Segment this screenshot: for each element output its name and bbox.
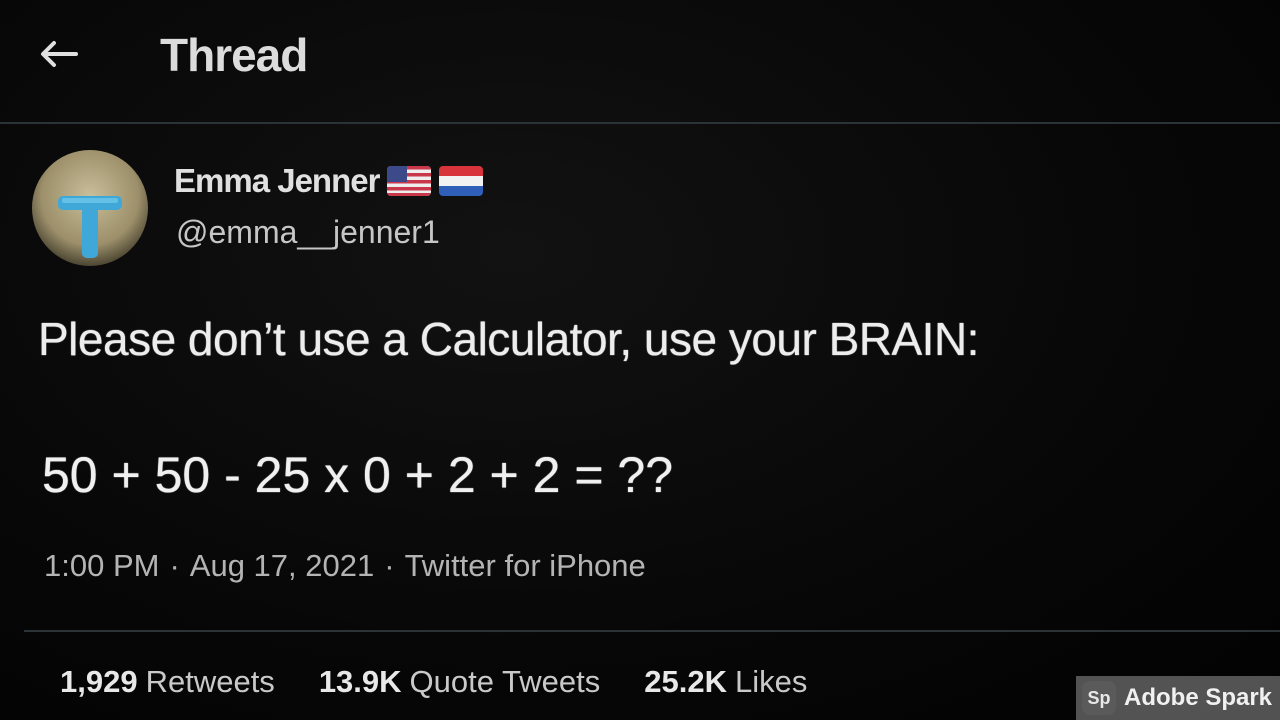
us-flag-icon: [387, 166, 432, 196]
page-title: Thread: [160, 29, 308, 81]
author-name-row: Emma Jenner: [174, 162, 484, 200]
tweet-equation: 50 + 50 - 25 x 0 + 2 + 2 = ??: [42, 447, 674, 503]
tweet-meta: 1:00 PM · Aug 17, 2021 · Twitter for iPh…: [44, 548, 646, 584]
tweet-stats: 1,929 Retweets 13.9K Quote Tweets 25.2K …: [60, 664, 807, 700]
retweets-count: 1,929: [60, 664, 138, 699]
likes-label: Likes: [735, 664, 808, 699]
avatar[interactable]: [32, 150, 148, 266]
retweets-label: Retweets: [145, 664, 275, 699]
netherlands-flag-icon: [439, 166, 484, 196]
likes-count: 25.2K: [644, 664, 727, 699]
header-divider: [0, 122, 1280, 124]
adobe-spark-logo-icon: Sp: [1082, 681, 1116, 715]
quote-tweets-stat[interactable]: 13.9K Quote Tweets: [319, 664, 600, 700]
meta-separator: ·: [384, 548, 395, 583]
tweet-date[interactable]: Aug 17, 2021: [190, 548, 374, 584]
author-display-name[interactable]: Emma Jenner: [174, 162, 380, 200]
back-button[interactable]: [36, 36, 80, 72]
quote-tweets-label: Quote Tweets: [409, 664, 601, 699]
watermark-text: Adobe Spark: [1124, 684, 1273, 711]
adobe-spark-watermark: Sp Adobe Spark: [1076, 676, 1280, 720]
thread-header: Thread: [0, 0, 1280, 122]
tweet-text: Please don’t use a Calculator, use your …: [38, 313, 979, 365]
author-handle[interactable]: @emma__jenner1: [176, 214, 440, 251]
arrow-left-icon: [41, 41, 78, 67]
meta-separator: ·: [169, 548, 180, 583]
avatar-image: [32, 150, 148, 266]
quote-tweets-count: 13.9K: [318, 664, 402, 699]
likes-stat[interactable]: 25.2K Likes: [644, 664, 807, 700]
stats-divider: [24, 630, 1280, 632]
tweet-time[interactable]: 1:00 PM: [44, 548, 159, 584]
tweet-source[interactable]: Twitter for iPhone: [405, 548, 646, 584]
retweets-stat[interactable]: 1,929 Retweets: [60, 664, 275, 700]
